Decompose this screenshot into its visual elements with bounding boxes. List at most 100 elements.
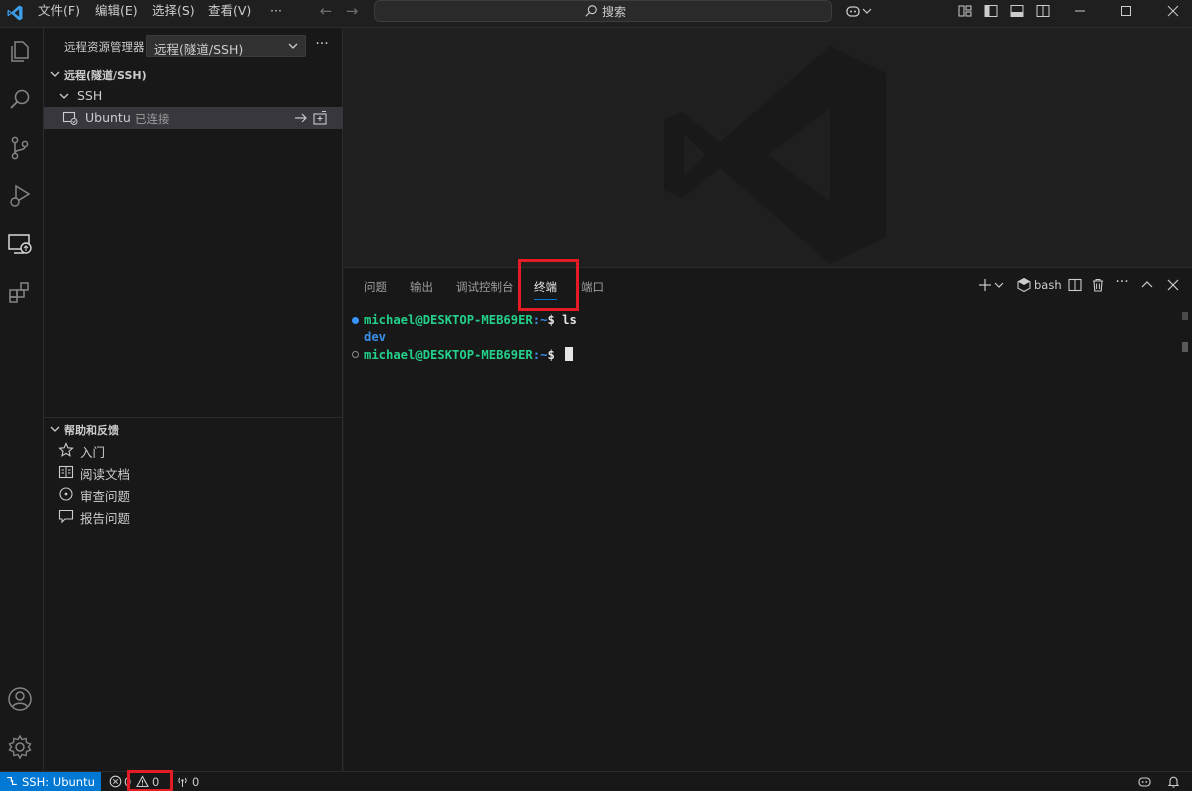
notifications-bell-icon[interactable] [1167,775,1180,788]
close-panel-icon[interactable] [1165,277,1181,293]
help-item-label: 报告问题 [80,511,131,526]
terminal-prompt: $ [547,313,563,327]
command-pending-decoration[interactable] [352,351,359,358]
toggle-secondary-sidebar-icon[interactable] [1035,3,1051,19]
tab-ports[interactable]: 端口 [581,279,604,295]
tab-debug-console[interactable]: 调试控制台 [456,279,514,295]
command-center-search[interactable]: 搜索 [374,0,832,22]
remote-section-title: 远程(隧道/SSH) [64,69,147,82]
toggle-primary-sidebar-icon[interactable] [983,3,999,19]
tab-problems[interactable]: 问题 [364,279,387,295]
tab-terminal[interactable]: 终端 [534,279,557,300]
search-icon[interactable] [6,86,34,114]
error-count[interactable]: 0 [124,775,131,789]
remote-type-select[interactable]: 远程(隧道/SSH) [146,35,306,57]
remote-type-value: 远程(隧道/SSH) [154,42,244,57]
accounts-icon[interactable] [6,685,34,713]
activity-bar [0,28,44,771]
terminal-line[interactable]: michael@DESKTOP-MEB69ER:~$ [364,347,574,362]
help-item-label: 入门 [80,445,106,460]
ssh-group-label: SSH [77,88,103,103]
vscode-logo-icon [7,5,23,21]
connect-in-current-window-icon[interactable] [293,110,309,126]
remote-icon [7,776,17,786]
remote-connected-icon [62,111,78,125]
explorer-icon[interactable] [6,37,34,65]
ssh-host-ubuntu[interactable]: Ubuntu 已连接 [44,107,343,129]
remote-explorer-sidebar: 远程资源管理器 远程(隧道/SSH) ··· 远程(隧道/SSH) SSH Ub… [44,28,343,771]
back-arrow-icon[interactable]: ← [318,3,334,19]
sidebar-title: 远程资源管理器 [64,40,145,54]
split-terminal-icon[interactable] [1067,277,1083,293]
remote-label: SSH: Ubuntu [22,775,95,789]
remote-explorer-icon[interactable] [6,230,34,258]
copilot-icon[interactable] [845,3,861,19]
connect-in-new-window-icon[interactable] [312,110,328,126]
source-control-icon[interactable] [6,134,34,162]
book-icon [58,465,74,479]
status-bar: SSH: Ubuntu 0 0 0 [0,770,1192,791]
help-item-get-started[interactable]: 入门 [44,439,343,461]
help-item-read-docs[interactable]: 阅读文档 [44,461,343,483]
chevron-down-icon[interactable] [994,277,1004,293]
command-success-decoration[interactable] [352,317,359,324]
terminal-user: michael@DESKTOP-MEB69ER [364,348,533,362]
minimize-icon[interactable] [1072,3,1088,19]
terminal-command: ls [562,313,577,327]
chevron-down-icon [50,71,60,77]
ports-antenna-icon[interactable] [176,775,189,788]
customize-layout-icon[interactable] [957,3,973,19]
chevron-down-icon[interactable] [862,3,872,19]
menu-edit[interactable]: 编辑(E) [95,0,138,22]
terminal-output: dev [364,330,387,344]
star-icon [58,442,74,457]
error-icon[interactable] [109,775,122,788]
terminal-scrollbar[interactable] [1182,312,1188,352]
forward-arrow-icon[interactable]: → [344,3,360,19]
bottom-panel: 问题 输出 调试控制台 终端 端口 bash ··· michael@DESKT… [344,259,1192,771]
warning-count[interactable]: 0 [152,775,159,789]
menu-more[interactable]: ··· [270,0,282,22]
terminal-cursor [565,347,574,361]
menu-selection[interactable]: 选择(S) [152,0,195,22]
maximize-panel-chevron-up-icon[interactable] [1139,277,1155,293]
terminal-path: :~ [532,313,548,327]
kill-terminal-trash-icon[interactable] [1090,277,1106,293]
ports-count[interactable]: 0 [192,775,199,789]
more-actions-button[interactable]: ··· [314,37,330,54]
title-bar: 文件(F) 编辑(E) 选择(S) 查看(V) ··· ← → 搜索 [0,0,1192,28]
help-section-title: 帮助和反馈 [64,424,119,437]
menu-file[interactable]: 文件(F) [38,0,80,22]
terminal-prompt: $ [547,348,563,362]
warning-icon[interactable] [136,775,149,788]
help-section-header[interactable]: 帮助和反馈 [44,418,343,440]
ssh-group[interactable]: SSH [44,85,343,107]
highlight-box-warnings [127,770,173,791]
help-item-label: 阅读文档 [80,467,131,482]
tab-output[interactable]: 输出 [410,279,433,295]
chevron-down-icon [59,93,69,99]
help-item-label: 审查问题 [80,489,131,504]
maximize-icon[interactable] [1118,3,1134,19]
run-debug-icon[interactable] [6,182,34,210]
panel-more-actions-button[interactable]: ··· [1114,275,1130,293]
help-item-review-issues[interactable]: 审查问题 [44,483,343,505]
remote-indicator[interactable]: SSH: Ubuntu [0,772,101,791]
menu-view[interactable]: 查看(V) [208,0,251,22]
toggle-panel-icon[interactable] [1009,3,1025,19]
settings-gear-icon[interactable] [6,733,34,761]
help-item-report-issue[interactable]: 报告问题 [44,505,343,527]
terminal-user: michael@DESKTOP-MEB69ER [364,313,533,327]
new-terminal-plus-icon[interactable] [977,277,993,293]
remote-section-header[interactable]: 远程(隧道/SSH) [44,63,343,85]
copilot-status-icon[interactable] [1138,775,1151,788]
issues-icon [59,487,73,501]
terminal-shell-name[interactable]: bash [1034,278,1062,292]
editor-area [344,28,1192,267]
close-window-icon[interactable] [1165,3,1181,19]
search-label: 搜索 [602,5,627,19]
extensions-icon[interactable] [6,279,34,307]
search-icon [585,5,597,17]
terminal-line: dev [364,330,386,344]
host-status: 已连接 [135,112,170,126]
